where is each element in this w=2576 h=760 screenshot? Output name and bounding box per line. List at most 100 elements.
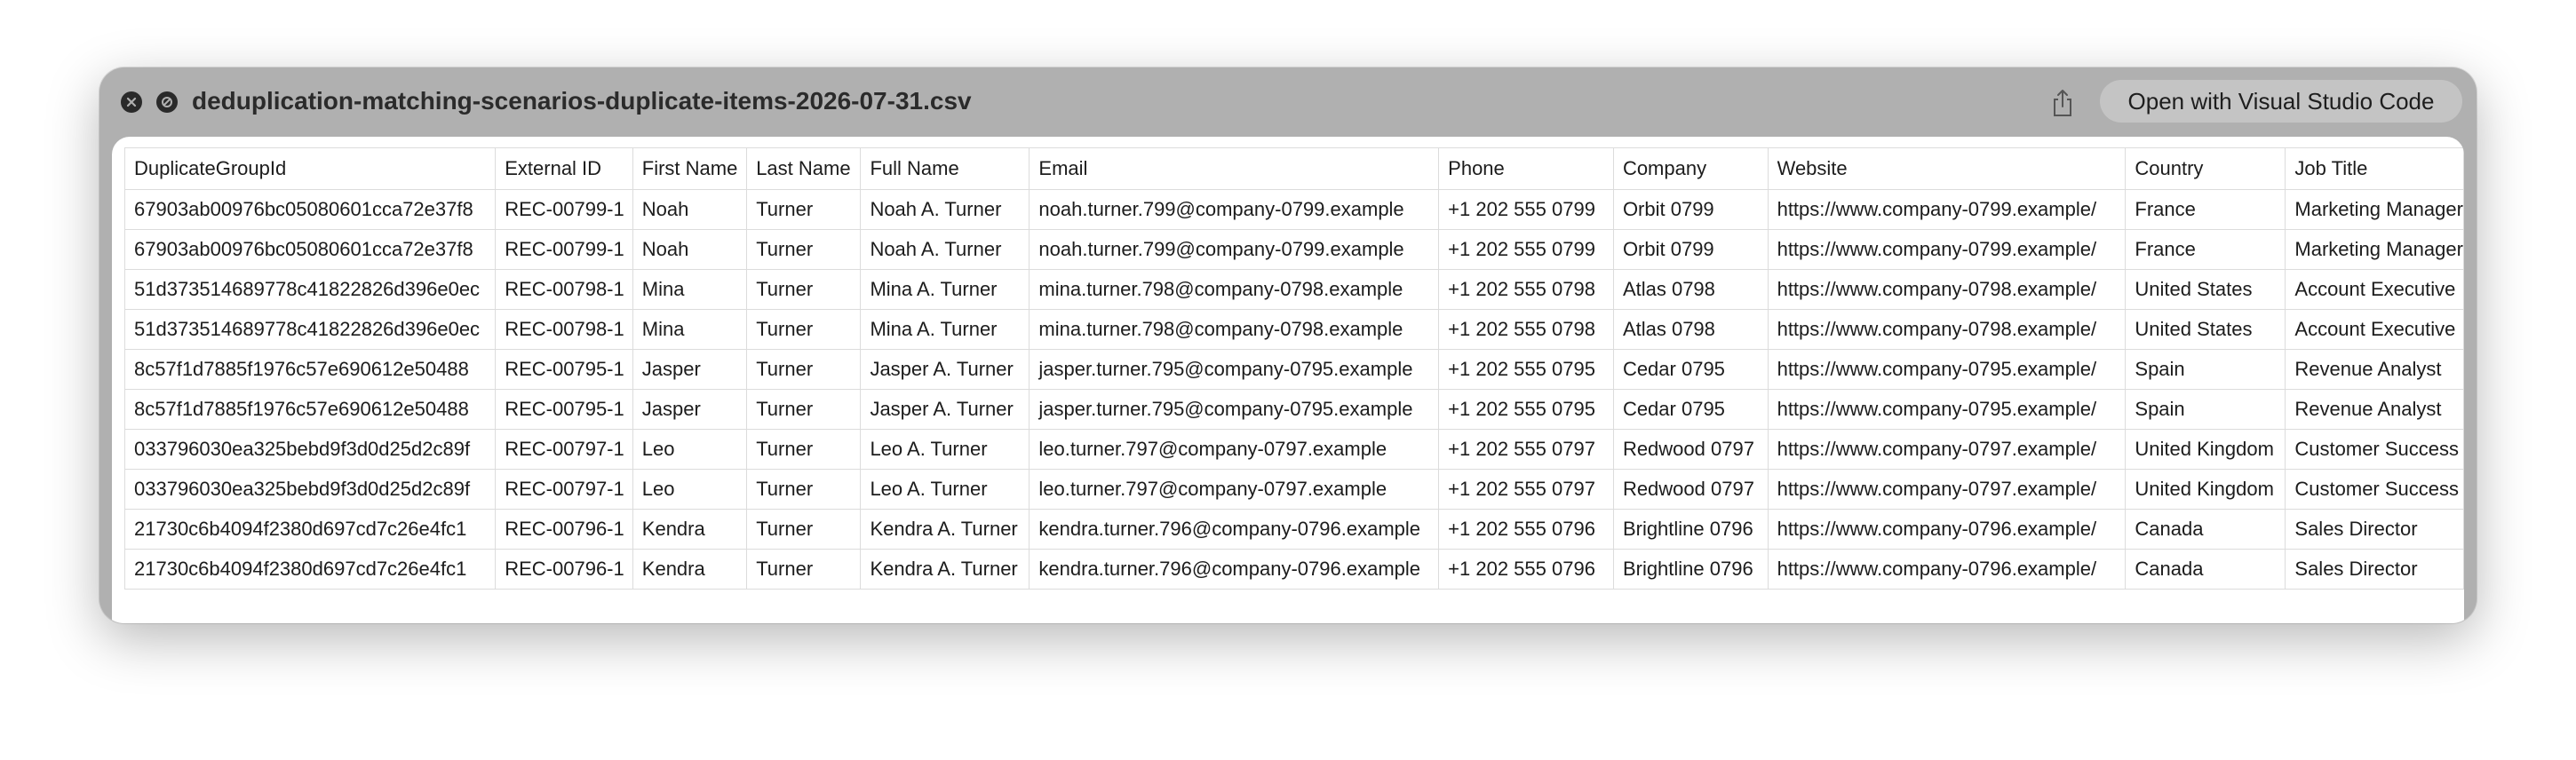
- quick-look-window: deduplication-matching-scenarios-duplica…: [99, 67, 2477, 623]
- table-cell: Redwood 0797: [1612, 429, 1769, 470]
- table-cell: Leo A. Turner: [860, 469, 1030, 510]
- table-cell: Revenue Analyst: [2285, 349, 2464, 390]
- column-header: External ID: [495, 147, 633, 190]
- table-cell: Turner: [746, 349, 862, 390]
- table-cell: Noah: [632, 229, 748, 270]
- column-header: Phone: [1438, 147, 1614, 190]
- table-row: 033796030ea325bebd9f3d0d25d2c89f REC-0079…: [123, 429, 2464, 470]
- table-cell: https://www.company-0798.example/: [1767, 269, 2127, 310]
- table-cell: jasper.turner.795@company-0795.example: [1029, 349, 1440, 390]
- table-cell: Kendra: [632, 549, 748, 590]
- table-cell: Turner: [746, 189, 862, 230]
- table-cell: REC-00799-1: [495, 189, 633, 230]
- table-cell: REC-00796-1: [495, 509, 633, 550]
- table-cell: Mina A. Turner: [860, 269, 1030, 310]
- table-cell: noah.turner.799@company-0799.example: [1029, 189, 1440, 230]
- file-title: deduplication-matching-scenarios-duplica…: [192, 87, 972, 115]
- table-cell: Marketing Manager: [2285, 229, 2464, 270]
- table-cell: Kendra: [632, 509, 748, 550]
- table-cell: Turner: [746, 429, 862, 470]
- table-cell: Turner: [746, 549, 862, 590]
- table-cell: +1 202 555 0796: [1438, 549, 1614, 590]
- table-cell: https://www.company-0799.example/: [1767, 189, 2127, 230]
- table-cell: Redwood 0797: [1612, 469, 1769, 510]
- open-with-vscode-button[interactable]: Open with Visual Studio Code: [2100, 80, 2462, 123]
- share-icon[interactable]: [2045, 85, 2080, 121]
- table-cell: Jasper A. Turner: [860, 349, 1030, 390]
- table-cell: Spain: [2125, 389, 2286, 430]
- table-cell: REC-00797-1: [495, 429, 633, 470]
- disable-icon[interactable]: [156, 91, 178, 113]
- table-cell: Leo: [632, 469, 748, 510]
- table-cell: REC-00795-1: [495, 389, 633, 430]
- table-header-row: DuplicateGroupId External ID First Name Las…: [123, 147, 2464, 190]
- table-cell: 033796030ea325bebd9f3d0d25d2c89f: [123, 469, 497, 510]
- table-cell: 033796030ea325bebd9f3d0d25d2c89f: [123, 429, 497, 470]
- close-icon[interactable]: [121, 91, 142, 113]
- table-cell: +1 202 555 0797: [1438, 469, 1614, 510]
- column-header: DuplicateGroupId: [123, 147, 497, 190]
- table-cell: Mina A. Turner: [860, 309, 1030, 350]
- table-cell: United Kingdom: [2125, 469, 2286, 510]
- table-cell: Brightline 0796: [1612, 509, 1769, 550]
- table-cell: Turner: [746, 309, 862, 350]
- table-cell: France: [2125, 229, 2286, 270]
- table-cell: Noah A. Turner: [860, 189, 1030, 230]
- table-cell: REC-00796-1: [495, 549, 633, 590]
- table-cell: noah.turner.799@company-0799.example: [1029, 229, 1440, 270]
- table-cell: Account Executive: [2285, 269, 2464, 310]
- table-cell: 51d373514689778c41822826d396e0ec: [123, 309, 497, 350]
- table-cell: +1 202 555 0795: [1438, 389, 1614, 430]
- table-cell: Mina: [632, 269, 748, 310]
- table-cell: Atlas 0798: [1612, 309, 1769, 350]
- table-cell: leo.turner.797@company-0797.example: [1029, 429, 1440, 470]
- table-row: 67903ab00976bc05080601cca72e37f8 REC-0079…: [123, 229, 2464, 270]
- table-row: 033796030ea325bebd9f3d0d25d2c89f REC-0079…: [123, 469, 2464, 510]
- column-header: Email: [1029, 147, 1440, 190]
- table-cell: Orbit 0799: [1612, 189, 1769, 230]
- table-cell: Noah A. Turner: [860, 229, 1030, 270]
- table-row: 21730c6b4094f2380d697cd7c26e4fc1 REC-0079…: [123, 549, 2464, 590]
- table-cell: Jasper A. Turner: [860, 389, 1030, 430]
- table-cell: kendra.turner.796@company-0796.example: [1029, 549, 1440, 590]
- table-cell: France: [2125, 189, 2286, 230]
- table-cell: https://www.company-0795.example/: [1767, 349, 2127, 390]
- table-cell: Mina: [632, 309, 748, 350]
- table-cell: Jasper: [632, 389, 748, 430]
- table-cell: Spain: [2125, 349, 2286, 390]
- table-cell: 67903ab00976bc05080601cca72e37f8: [123, 229, 497, 270]
- table-cell: REC-00798-1: [495, 309, 633, 350]
- table-row: 67903ab00976bc05080601cca72e37f8 REC-0079…: [123, 189, 2464, 230]
- column-header: Company: [1612, 147, 1769, 190]
- table-cell: mina.turner.798@company-0798.example: [1029, 309, 1440, 350]
- title-bar: deduplication-matching-scenarios-duplica…: [99, 67, 2477, 135]
- column-header: Full Name: [860, 147, 1030, 190]
- table-cell: 8c57f1d7885f1976c57e690612e50488: [123, 349, 497, 390]
- table-cell: Customer Success: [2285, 429, 2464, 470]
- table-cell: https://www.company-0797.example/: [1767, 429, 2127, 470]
- table-cell: United States: [2125, 309, 2286, 350]
- column-header: Country: [2125, 147, 2286, 190]
- table-cell: https://www.company-0796.example/: [1767, 509, 2127, 550]
- table-cell: Atlas 0798: [1612, 269, 1769, 310]
- table-cell: REC-00799-1: [495, 229, 633, 270]
- table-cell: Marketing Manager: [2285, 189, 2464, 230]
- table-cell: Sales Director: [2285, 549, 2464, 590]
- table-cell: +1 202 555 0799: [1438, 189, 1614, 230]
- table-cell: +1 202 555 0798: [1438, 309, 1614, 350]
- table-cell: +1 202 555 0796: [1438, 509, 1614, 550]
- table-cell: United States: [2125, 269, 2286, 310]
- table-cell: REC-00797-1: [495, 469, 633, 510]
- table-cell: Turner: [746, 469, 862, 510]
- table-cell: +1 202 555 0798: [1438, 269, 1614, 310]
- table-cell: 21730c6b4094f2380d697cd7c26e4fc1: [123, 549, 497, 590]
- table-cell: Account Executive: [2285, 309, 2464, 350]
- column-header: Job Title: [2285, 147, 2464, 190]
- csv-table: DuplicateGroupId External ID First Name Las…: [123, 147, 2464, 590]
- table-cell: REC-00798-1: [495, 269, 633, 310]
- table-row: 8c57f1d7885f1976c57e690612e50488 REC-0079…: [123, 389, 2464, 430]
- table-row: 51d373514689778c41822826d396e0ec REC-0079…: [123, 309, 2464, 350]
- table-cell: +1 202 555 0799: [1438, 229, 1614, 270]
- csv-preview-area: DuplicateGroupId External ID First Name Las…: [112, 137, 2464, 623]
- table-cell: Brightline 0796: [1612, 549, 1769, 590]
